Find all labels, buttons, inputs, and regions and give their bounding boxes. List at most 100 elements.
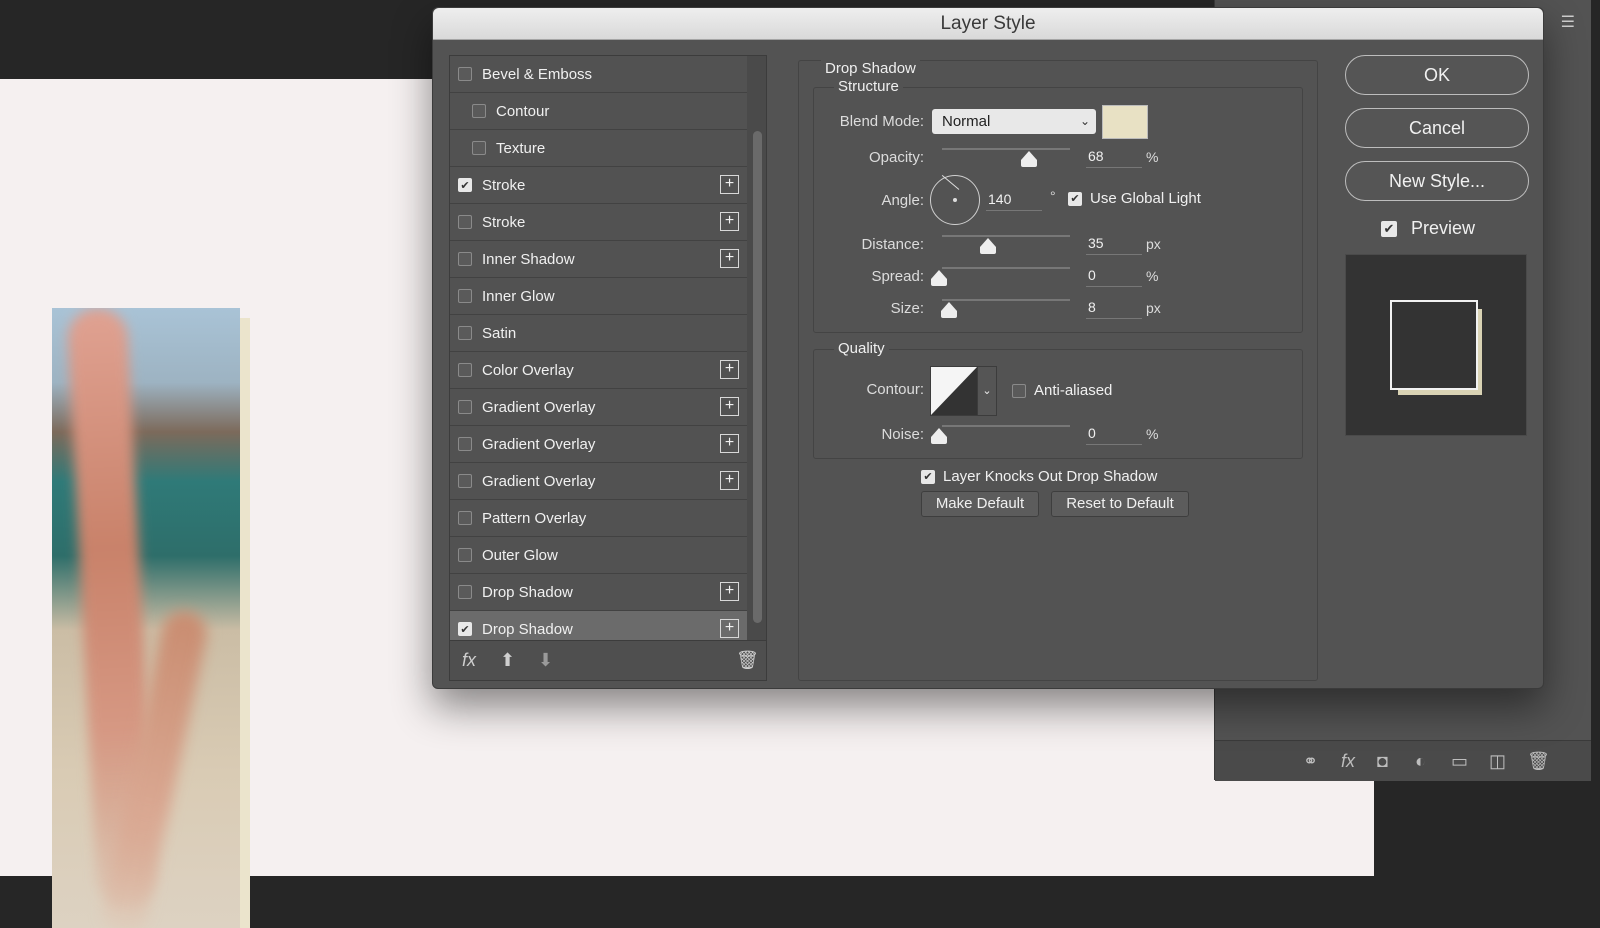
preview-checkbox[interactable]: ✔ Preview [1381,218,1475,239]
style-item[interactable]: Stroke + [450,204,747,241]
structure-group: Structure Blend Mode: Normal ⌄ Opacity: … [813,78,1303,333]
add-effect-icon[interactable]: + [720,360,739,379]
noise-slider[interactable] [942,425,1070,427]
checkbox-empty-icon[interactable] [458,511,472,525]
layer-knocks-out-label: Layer Knocks Out Drop Shadow [943,468,1158,485]
distance-slider[interactable] [942,235,1070,237]
style-item[interactable]: Bevel & Emboss [450,56,747,93]
style-list-items: Bevel & Emboss Contour Texture ✔ Stroke + Stro… [450,56,747,648]
shadow-color-swatch[interactable] [1102,105,1148,139]
style-item[interactable]: Texture [450,130,747,167]
contour-dropdown[interactable]: ⌄ [977,366,997,416]
style-item-label: Satin [482,324,517,342]
noise-slider-thumb[interactable] [931,428,947,444]
fx-icon[interactable]: fx [462,650,476,671]
checkbox-empty-icon[interactable] [458,67,472,81]
link-icon[interactable]: ⚭ [1303,751,1318,772]
size-input[interactable]: 8 [1086,296,1142,319]
opacity-input[interactable]: 68 [1086,145,1142,168]
reset-to-default-button[interactable]: Reset to Default [1051,491,1189,517]
spread-slider[interactable] [942,267,1070,269]
fx-icon[interactable]: fx [1341,751,1355,772]
layer-knocks-out-checkbox[interactable]: ✔ Layer Knocks Out Drop Shadow [921,468,1157,485]
add-effect-icon[interactable]: + [720,249,739,268]
noise-input[interactable]: 0 [1086,422,1142,445]
style-item-label: Texture [496,139,546,157]
angle-dial[interactable] [930,174,980,225]
style-item[interactable]: Pattern Overlay [450,500,747,537]
add-effect-icon[interactable]: + [720,397,739,416]
blend-mode-select[interactable]: Normal ⌄ [932,109,1096,134]
style-item[interactable]: Inner Shadow + [450,241,747,278]
new-style-button[interactable]: New Style... [1345,161,1529,201]
add-effect-icon[interactable]: + [720,212,739,231]
panel-menu-icon[interactable]: ☰ [1561,12,1575,32]
angle-unit: ° [1050,188,1056,204]
folder-icon[interactable]: ▭ [1451,751,1468,772]
style-item-label: Stroke [482,176,526,194]
add-effect-icon[interactable]: + [720,582,739,601]
ok-button[interactable]: OK [1345,55,1529,95]
style-list-scrollbar[interactable] [753,131,762,623]
style-item-label: Drop Shadow [482,620,573,638]
style-item-label: Contour [496,102,550,120]
size-slider[interactable] [942,299,1070,301]
new-layer-icon[interactable]: ◫ [1489,751,1506,772]
cancel-button[interactable]: Cancel [1345,108,1529,148]
style-item[interactable]: Outer Glow [450,537,747,574]
checkbox-empty-icon[interactable] [458,215,472,229]
add-effect-icon[interactable]: + [720,619,739,638]
checkbox-empty-icon[interactable] [458,289,472,303]
style-item[interactable]: Contour [450,93,747,130]
spread-label: Spread: [871,268,924,285]
move-down-icon[interactable]: ⬇ [538,650,553,671]
angle-input[interactable]: 140 [986,188,1042,211]
style-item-label: Inner Shadow [482,250,575,268]
distance-slider-thumb[interactable] [980,238,996,254]
move-up-icon[interactable]: ⬆ [500,650,515,671]
checkbox-empty-icon[interactable] [458,585,472,599]
style-item-label: Drop Shadow [482,583,573,601]
checkmark-icon: ✔ [1381,220,1397,237]
checkbox-empty-icon[interactable] [472,141,486,155]
style-item[interactable]: ✔ Stroke + [450,167,747,204]
make-default-button[interactable]: Make Default [921,491,1039,517]
spread-slider-thumb[interactable] [931,270,947,286]
adjustment-icon[interactable]: ◐ [1415,751,1426,772]
opacity-slider[interactable] [942,148,1070,150]
checkbox-empty-icon[interactable] [458,548,472,562]
checkmark-icon[interactable]: ✔ [458,178,472,192]
add-effect-icon[interactable]: + [720,471,739,490]
anti-aliased-checkbox[interactable]: Anti-aliased [1012,382,1112,399]
size-slider-thumb[interactable] [941,302,957,318]
checkbox-empty-icon[interactable] [458,400,472,414]
checkbox-empty-icon[interactable] [458,474,472,488]
style-item[interactable]: Color Overlay + [450,352,747,389]
style-item[interactable]: Inner Glow [450,278,747,315]
opacity-slider-thumb[interactable] [1021,151,1037,167]
spread-input[interactable]: 0 [1086,264,1142,287]
style-item[interactable]: Drop Shadow + [450,574,747,611]
checkbox-empty-icon[interactable] [458,252,472,266]
style-list: Bevel & Emboss Contour Texture ✔ Stroke + Stro… [449,55,767,681]
checkmark-icon[interactable]: ✔ [458,622,472,636]
trash-icon[interactable]: 🗑 [736,650,759,671]
use-global-light-checkbox[interactable]: ✔ Use Global Light [1068,190,1201,207]
trash-icon[interactable]: 🗑 [1527,751,1550,772]
distance-input[interactable]: 35 [1086,232,1142,255]
drop-shadow-panel: Drop Shadow Structure Blend Mode: Normal… [798,60,1318,681]
checkbox-empty-icon[interactable] [458,437,472,451]
style-item[interactable]: Gradient Overlay + [450,389,747,426]
checkbox-empty-icon[interactable] [458,326,472,340]
add-effect-icon[interactable]: + [720,175,739,194]
checkmark-icon: ✔ [1068,191,1082,206]
style-item[interactable]: Gradient Overlay + [450,426,747,463]
checkbox-empty-icon[interactable] [472,104,486,118]
mask-icon[interactable]: ◘ [1377,751,1388,772]
contour-picker[interactable] [930,366,978,416]
style-item[interactable]: Satin [450,315,747,352]
checkmark-icon: ✔ [921,469,935,484]
add-effect-icon[interactable]: + [720,434,739,453]
style-item[interactable]: Gradient Overlay + [450,463,747,500]
checkbox-empty-icon[interactable] [458,363,472,377]
